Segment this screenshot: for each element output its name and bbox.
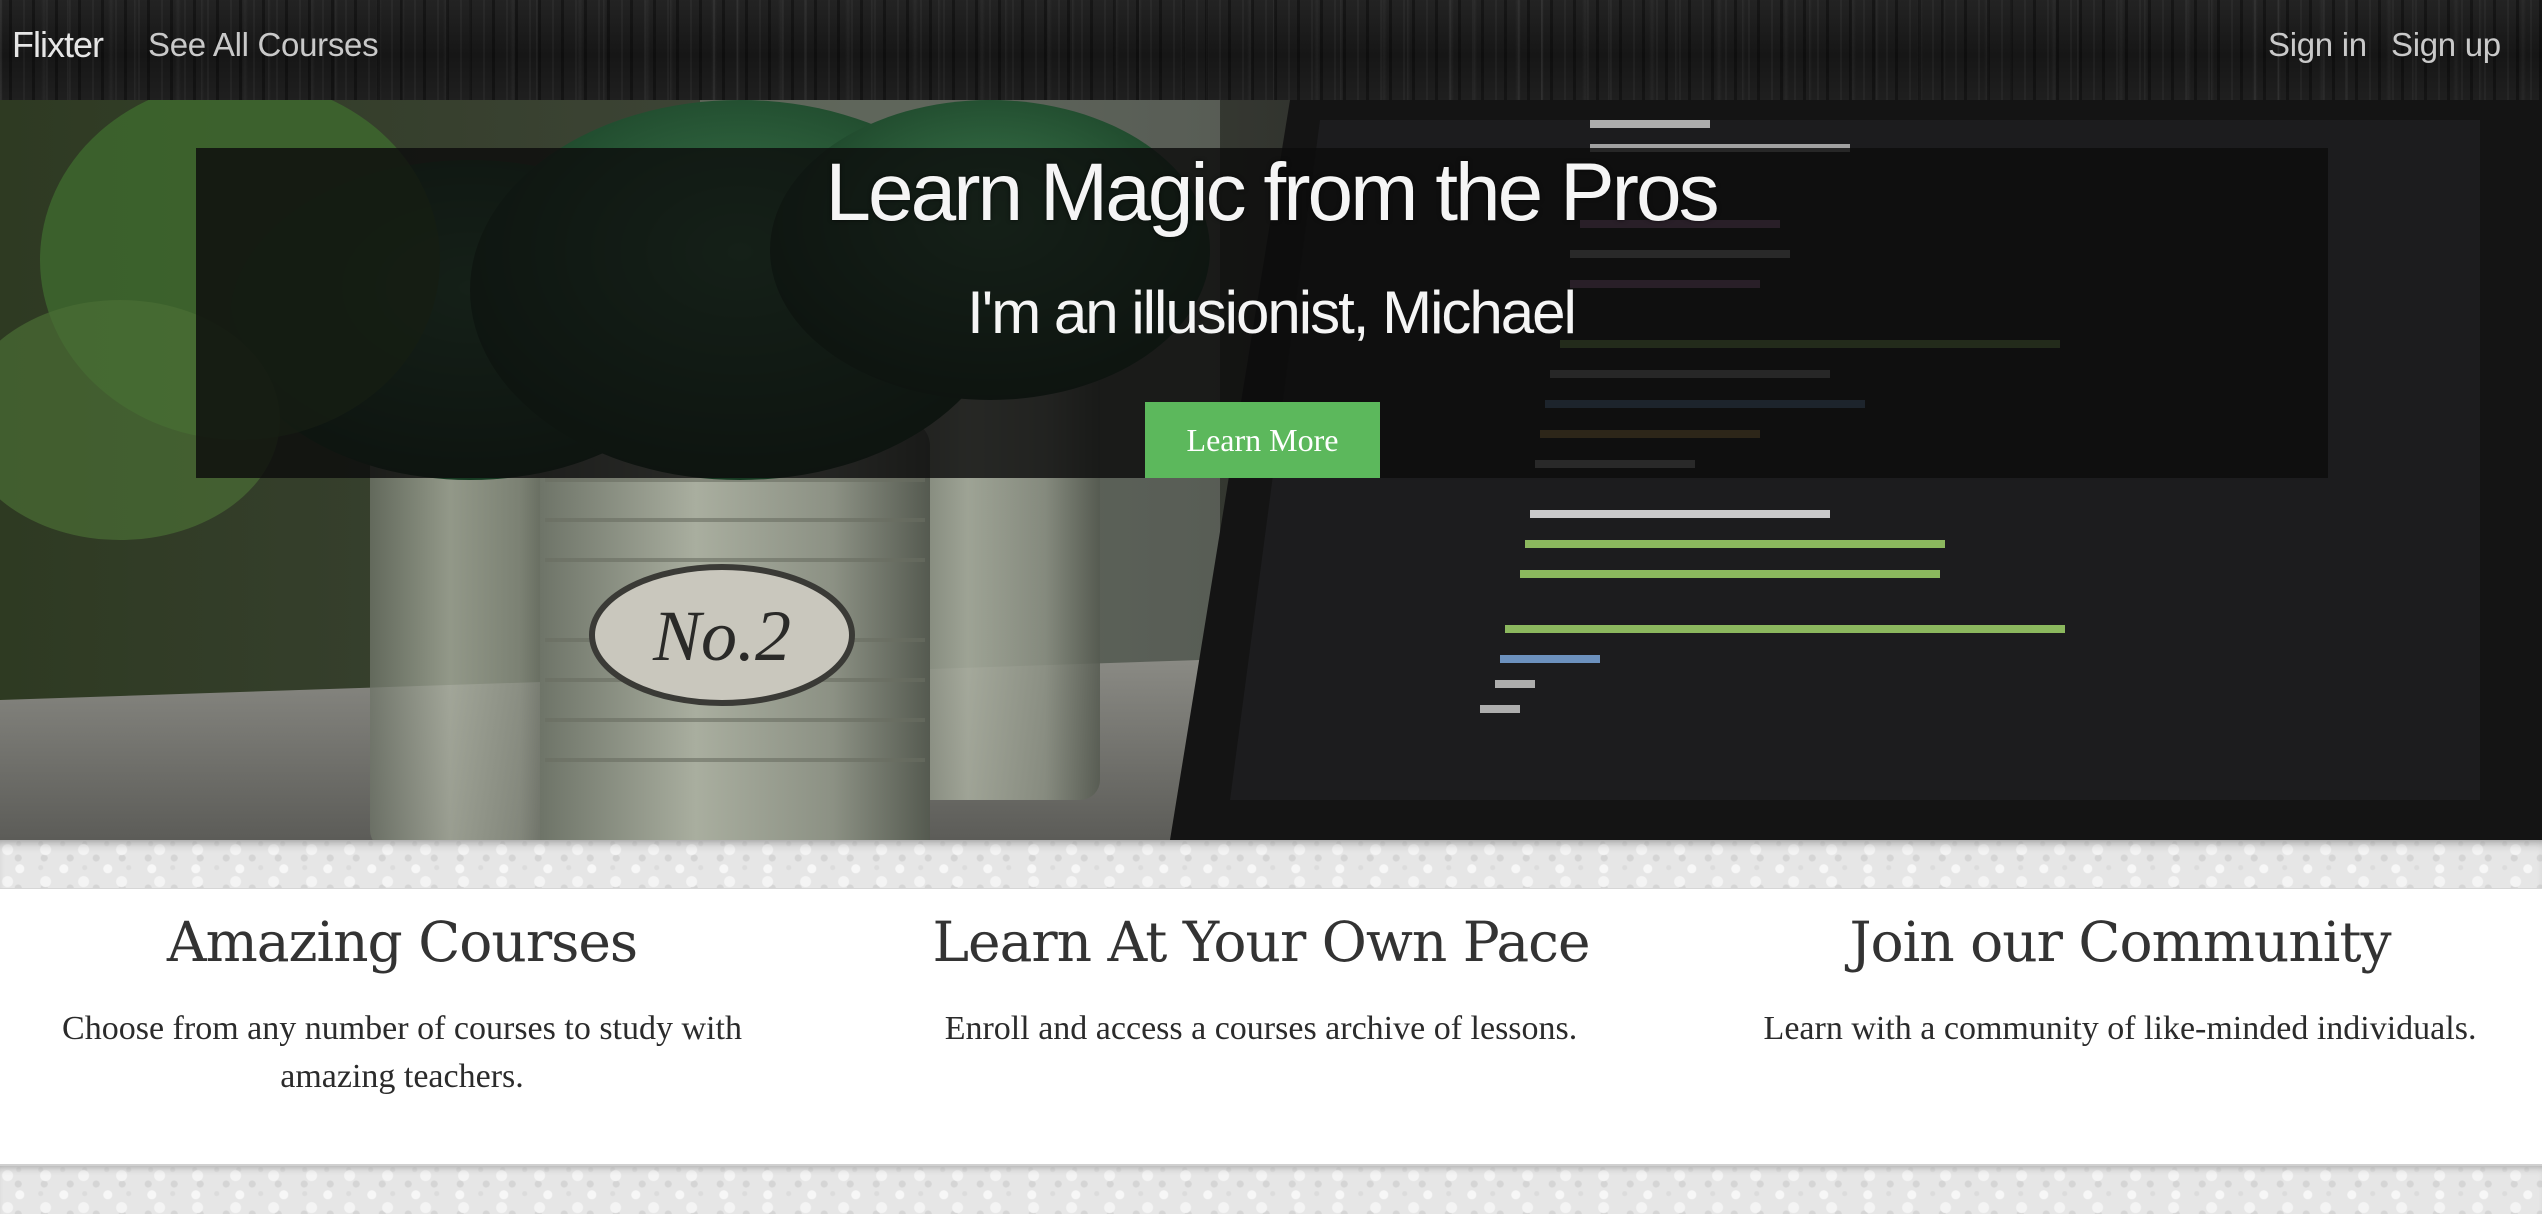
brand-link[interactable]: Flixter: [12, 20, 104, 70]
feature-amazing-courses: Amazing Courses Choose from any number o…: [12, 889, 792, 1101]
learn-more-button[interactable]: Learn More: [1145, 402, 1380, 478]
feature-text: Learn with a community of like-minded in…: [1763, 1010, 2477, 1047]
pattern-divider-top: [0, 840, 2542, 888]
navbar: Flixter See All Courses Sign in Sign up: [0, 0, 2542, 100]
hero-section: No.2 Learn Magic from the Pros I'm an il…: [0, 100, 2542, 840]
feature-text: Enroll and access a courses archive of l…: [944, 1010, 1578, 1047]
sign-up-link[interactable]: Sign up: [2391, 20, 2501, 70]
svg-text:No.2: No.2: [652, 596, 791, 676]
feature-text: Choose from any number of courses to stu…: [62, 1010, 742, 1095]
feature-title: Amazing Courses: [166, 910, 638, 974]
feature-community: Join our Community Learn with a communit…: [1730, 889, 2510, 1053]
see-all-courses-link[interactable]: See All Courses: [148, 20, 379, 70]
feature-title: Join our Community: [1849, 910, 2391, 974]
sign-in-link[interactable]: Sign in: [2268, 20, 2367, 70]
hero-subtitle: I'm an illusionist, Michael: [967, 279, 1577, 346]
hero-title: Learn Magic from the Pros: [825, 147, 1719, 238]
feature-title: Learn At Your Own Pace: [932, 910, 1591, 974]
feature-own-pace: Learn At Your Own Pace Enroll and access…: [871, 889, 1651, 1053]
features-section: Amazing Courses Choose from any number o…: [0, 888, 2542, 1166]
pattern-divider-bottom: [0, 1166, 2542, 1214]
